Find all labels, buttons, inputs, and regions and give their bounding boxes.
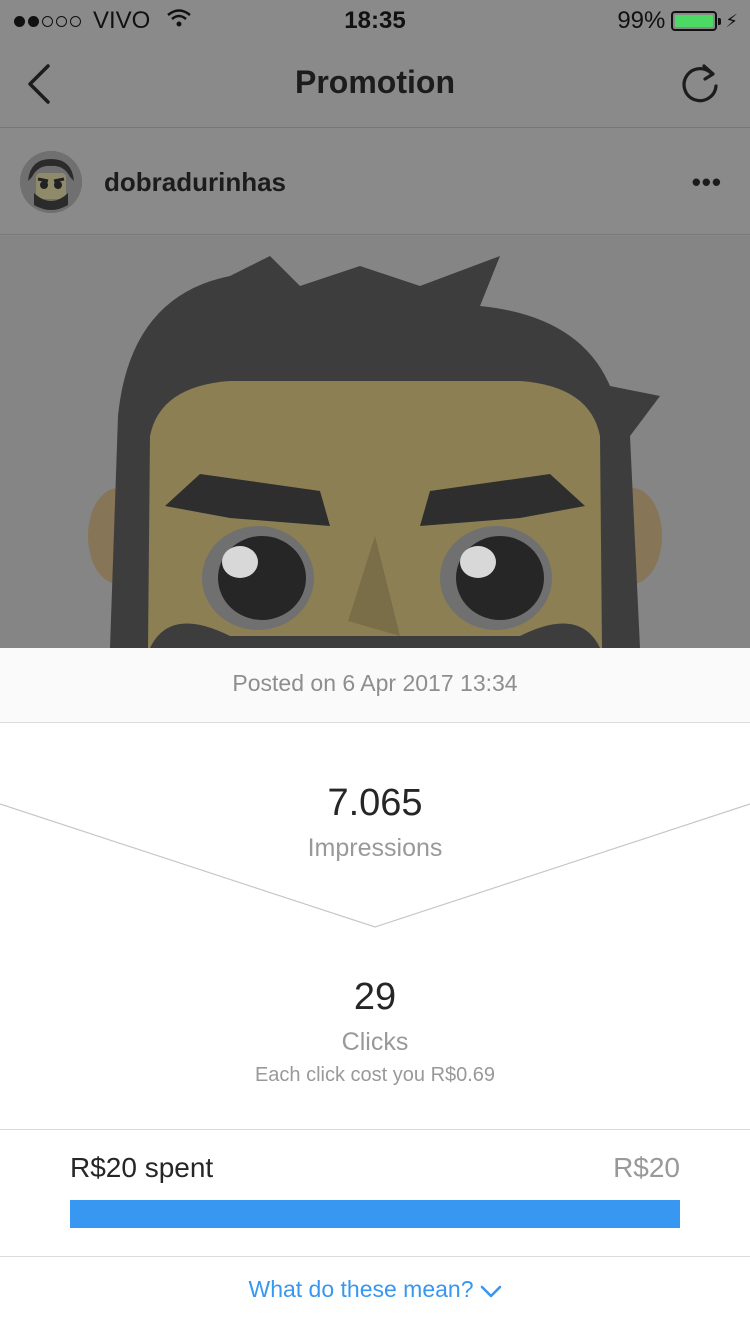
post-image bbox=[0, 236, 750, 648]
help-link-label: What do these mean? bbox=[248, 1276, 474, 1302]
impressions-value: 7.065 bbox=[327, 782, 423, 824]
budget-total: R$20 bbox=[613, 1152, 680, 1183]
refresh-button[interactable] bbox=[676, 60, 724, 108]
more-options-button[interactable]: ••• bbox=[692, 167, 722, 198]
battery-percent: 99% bbox=[617, 7, 666, 34]
status-right: 99% ⚡︎ bbox=[617, 7, 738, 35]
refresh-icon bbox=[682, 64, 718, 103]
charging-icon: ⚡︎ bbox=[725, 10, 738, 31]
help-link[interactable]: What do these mean? bbox=[0, 1276, 750, 1303]
chevron-down-icon bbox=[480, 1285, 501, 1298]
click-cost: Each click cost you R$0.69 bbox=[254, 1064, 496, 1086]
budget-spent: R$20 spent bbox=[70, 1152, 214, 1183]
page-title: Promotion bbox=[295, 64, 455, 100]
posted-date-bar: Posted on 6 Apr 2017 13:34 bbox=[0, 648, 750, 723]
post-header: dobradurinhas ••• bbox=[0, 129, 750, 235]
budget-progress-bar bbox=[70, 1200, 680, 1228]
posted-date: Posted on 6 Apr 2017 13:34 bbox=[232, 670, 518, 696]
impressions-label: Impressions bbox=[307, 834, 443, 862]
clicks-value: 29 bbox=[353, 976, 397, 1018]
avatar[interactable] bbox=[20, 151, 82, 213]
promotion-stats: 7.065 Impressions 29 Clicks Each click c… bbox=[0, 724, 750, 1128]
post-username[interactable]: dobradurinhas bbox=[104, 167, 286, 198]
budget-section: R$20 spent R$20 bbox=[0, 1129, 750, 1257]
battery-icon bbox=[671, 11, 722, 31]
battery-cap bbox=[718, 18, 722, 25]
status-bar: VIVO 18:35 99% ⚡︎ bbox=[0, 0, 750, 40]
navigation-bar: Promotion bbox=[0, 40, 750, 128]
clicks-label: Clicks bbox=[341, 1028, 409, 1056]
dimmed-overlay: VIVO 18:35 99% ⚡︎ Promotion dobradurinha… bbox=[0, 0, 750, 648]
budget-progress-fill bbox=[70, 1200, 680, 1228]
battery-level bbox=[675, 15, 713, 27]
more-dots-icon: ••• bbox=[691, 167, 722, 197]
